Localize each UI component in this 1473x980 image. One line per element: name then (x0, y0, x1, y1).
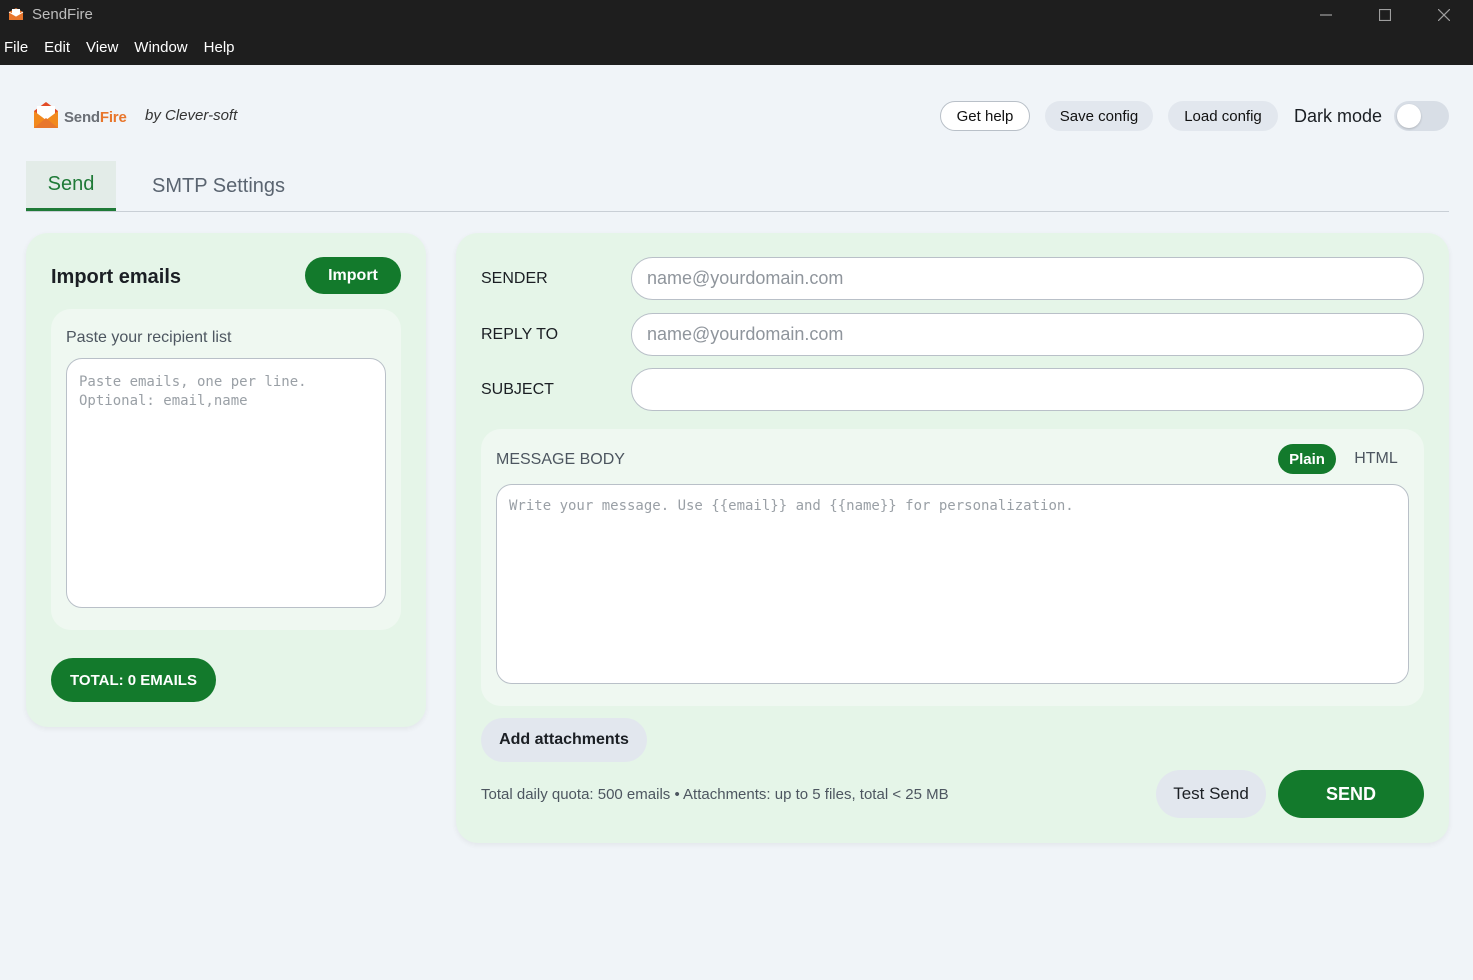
tab-smtp-settings[interactable]: SMTP Settings (136, 161, 301, 211)
byline: by Clever-soft (145, 107, 238, 124)
close-icon (1437, 9, 1450, 21)
save-config-button[interactable]: Save config (1045, 101, 1153, 131)
maximize-button[interactable] (1355, 0, 1414, 30)
menu-view[interactable]: View (86, 39, 118, 56)
test-send-button[interactable]: Test Send (1156, 770, 1266, 818)
subject-input[interactable] (631, 368, 1424, 411)
message-body-box: MESSAGE BODY Plain HTML Write your messa… (481, 429, 1424, 706)
title-bar: SendFire (0, 0, 1473, 30)
logo-wordmark: SendFire (64, 109, 127, 126)
format-html-button[interactable]: HTML (1347, 444, 1405, 474)
menu-file[interactable]: File (4, 39, 28, 56)
import-panel: Import emails Import Paste your recipien… (26, 233, 426, 727)
menu-bar: File Edit View Window Help (0, 30, 1473, 65)
compose-panel: SENDER name@yourdomain.com REPLY TO name… (456, 233, 1449, 843)
window-title: SendFire (32, 6, 93, 23)
minimize-icon (1319, 14, 1332, 16)
message-body-textarea[interactable]: Write your message. Use {{email}} and {{… (496, 484, 1409, 684)
toggle-knob (1397, 104, 1421, 128)
dark-mode-toggle[interactable] (1394, 101, 1449, 131)
send-button[interactable]: SEND (1278, 770, 1424, 818)
get-help-button[interactable]: Get help (940, 101, 1030, 131)
window-controls (1296, 0, 1473, 30)
app-logo: SendFire (32, 100, 127, 135)
reply-to-input[interactable]: name@yourdomain.com (631, 313, 1424, 356)
sender-input[interactable]: name@yourdomain.com (631, 257, 1424, 300)
subject-label: SUBJECT (481, 381, 554, 398)
menu-help[interactable]: Help (204, 39, 235, 56)
menu-window[interactable]: Window (134, 39, 187, 56)
sender-label: SENDER (481, 270, 548, 287)
import-title: Import emails (51, 266, 182, 288)
reply-to-label: REPLY TO (481, 326, 559, 343)
format-plain-button[interactable]: Plain (1278, 444, 1336, 474)
tab-bar: Send SMTP Settings (26, 161, 1449, 212)
add-attachments-button[interactable]: Add attachments (481, 718, 647, 762)
import-button[interactable]: Import (305, 257, 401, 294)
minimize-button[interactable] (1296, 0, 1355, 30)
close-button[interactable] (1414, 0, 1473, 30)
recipient-label: Paste your recipient list (66, 329, 232, 346)
total-emails-badge: TOTAL: 0 EMAILS (51, 658, 216, 702)
dark-mode-label: Dark mode (1294, 106, 1383, 126)
tab-send[interactable]: Send (26, 161, 116, 211)
recipient-textarea[interactable]: Paste emails, one per line. Optional: em… (66, 358, 386, 608)
recipient-box: Paste your recipient list Paste emails, … (51, 309, 401, 630)
sendfire-envelope-icon (8, 7, 24, 21)
maximize-icon (1378, 9, 1391, 21)
load-config-button[interactable]: Load config (1168, 101, 1278, 131)
menu-edit[interactable]: Edit (44, 39, 70, 56)
message-body-label: MESSAGE BODY (496, 451, 625, 468)
sendfire-logo-icon (32, 100, 60, 135)
quota-info: Total daily quota: 500 emails • Attachme… (481, 786, 949, 803)
